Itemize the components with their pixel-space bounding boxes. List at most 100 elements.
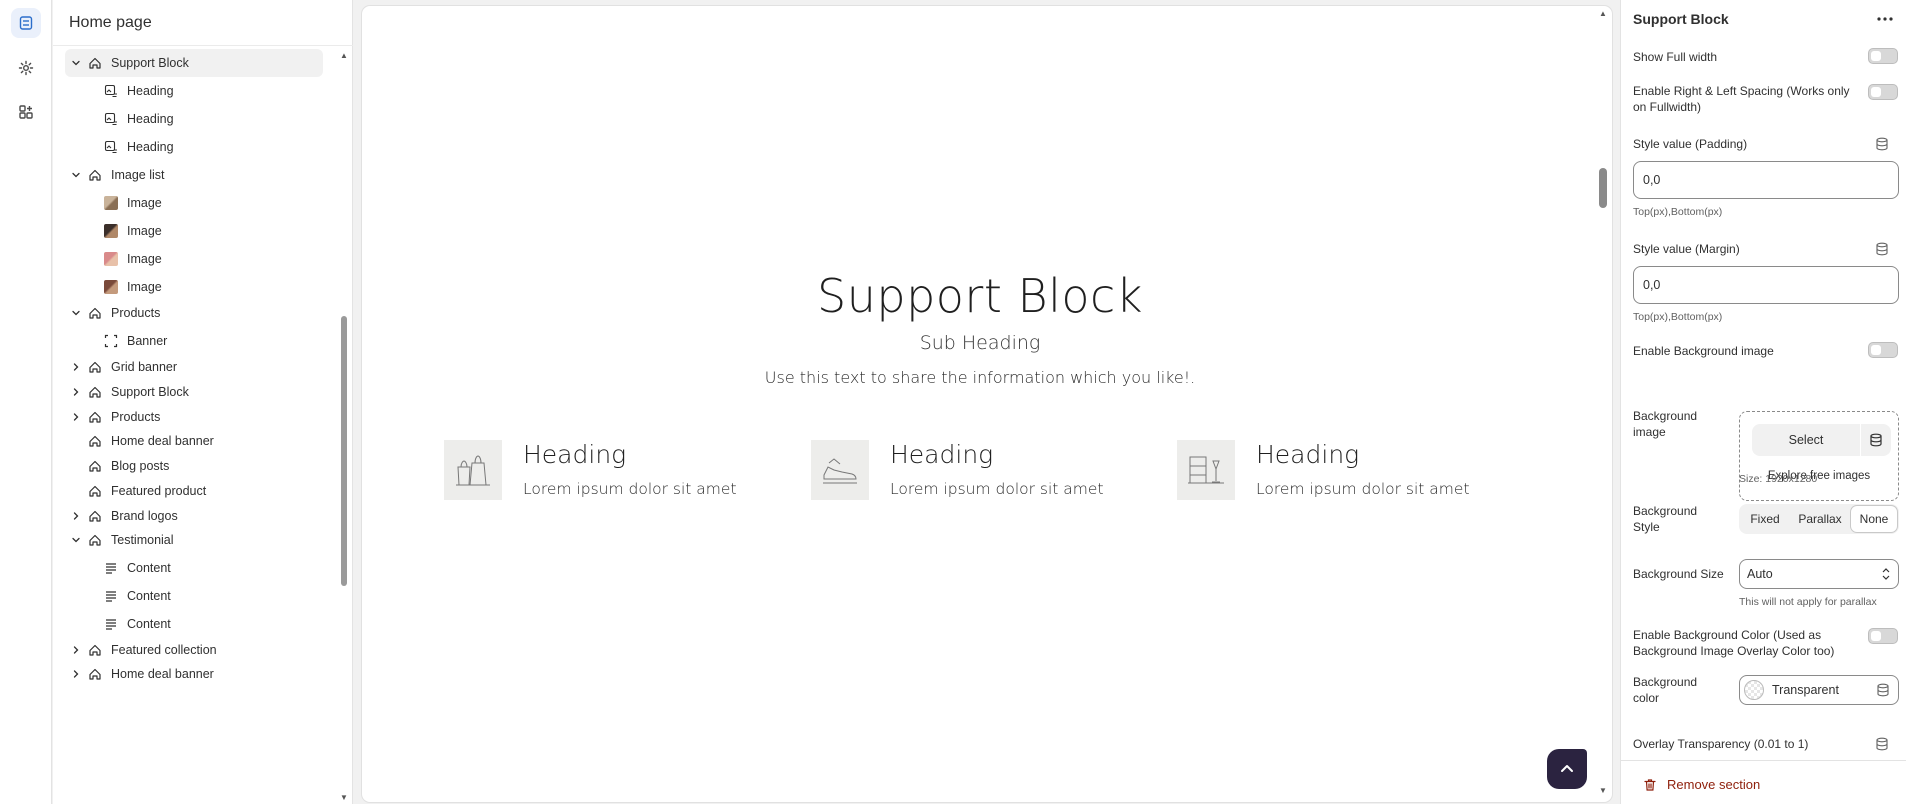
- tree-block-item[interactable]: Heading: [65, 133, 323, 161]
- tree-section-item[interactable]: Home deal banner: [65, 427, 323, 455]
- tree-section-item[interactable]: Blog posts: [65, 452, 323, 480]
- margin-label: Style value (Margin): [1633, 242, 1740, 256]
- image-source-button[interactable]: [1861, 424, 1891, 456]
- tree-block-item[interactable]: Image: [65, 245, 323, 273]
- database-icon[interactable]: [1876, 683, 1890, 697]
- feature-image: [1177, 440, 1235, 500]
- dynamic-source-button[interactable]: [1875, 242, 1889, 256]
- apps-icon: [19, 105, 33, 119]
- tree-item-label: Content: [127, 561, 171, 575]
- tree-section-item[interactable]: Home deal banner: [65, 660, 323, 688]
- tree-item-label: Heading: [127, 140, 174, 154]
- tree-block-item[interactable]: Banner: [65, 327, 323, 355]
- preview-scroll-down-arrow[interactable]: ▼: [1598, 787, 1608, 795]
- tree-block-item[interactable]: Content: [65, 610, 323, 638]
- margin-input[interactable]: 0,0: [1633, 266, 1899, 304]
- tree-item-label: Image: [127, 224, 162, 238]
- dynamic-source-button[interactable]: [1875, 137, 1889, 151]
- tree-item-label: Image: [127, 196, 162, 210]
- feature-text: Lorem ipsum dolor sit amet: [1256, 480, 1470, 498]
- chevron-right-icon[interactable]: [69, 643, 83, 657]
- chevron-right-icon[interactable]: [69, 385, 83, 399]
- settings-nav-button[interactable]: [11, 53, 41, 83]
- remove-section-button[interactable]: Remove section: [1643, 777, 1760, 792]
- section-icon: [87, 666, 103, 682]
- feature-item[interactable]: Heading Lorem ipsum dolor sit amet: [444, 440, 784, 504]
- tree-section-item[interactable]: Products: [65, 299, 323, 327]
- tree-block-item[interactable]: Heading: [65, 77, 323, 105]
- section-icon: [87, 458, 103, 474]
- tree-item-label: Brand logos: [111, 509, 178, 523]
- trash-icon: [1644, 778, 1656, 791]
- tree-block-item[interactable]: Image: [65, 273, 323, 301]
- scroll-to-top-button[interactable]: [1547, 749, 1587, 789]
- more-horizontal-icon: [1877, 17, 1893, 21]
- tree-section-item[interactable]: Grid banner: [65, 353, 323, 381]
- tree-item-label: Grid banner: [111, 360, 178, 374]
- bg-image-label: Background image: [1633, 409, 1698, 439]
- preview-subheading: Sub Heading: [919, 332, 1041, 354]
- enable-bg-image-label: Enable Background image: [1633, 344, 1774, 358]
- scroll-up-arrow[interactable]: ▲: [340, 52, 348, 60]
- sections-nav-button[interactable]: [11, 8, 41, 38]
- tree-section-item[interactable]: Image list: [65, 161, 323, 189]
- preview-scrollbar[interactable]: [1599, 168, 1607, 208]
- bg-style-parallax[interactable]: Parallax: [1789, 506, 1851, 532]
- show-full-width-toggle[interactable]: [1868, 48, 1898, 64]
- overlay-transparency-label: Overlay Transparency (0.01 to 1): [1633, 737, 1809, 751]
- bg-style-none[interactable]: None: [1851, 506, 1897, 532]
- tree-block-item[interactable]: Content: [65, 582, 323, 610]
- bg-style-fixed[interactable]: Fixed: [1741, 506, 1789, 532]
- chevron-right-icon[interactable]: [69, 410, 83, 424]
- padding-label: Style value (Padding): [1633, 137, 1748, 151]
- text-lines-icon: [103, 616, 119, 632]
- enable-bg-color-toggle[interactable]: [1868, 628, 1898, 644]
- feature-item[interactable]: Heading Lorem ipsum dolor sit amet: [1177, 440, 1517, 504]
- settings-title: Support Block: [1633, 11, 1729, 27]
- apps-nav-button[interactable]: [11, 97, 41, 127]
- bg-color-value: Transparent: [1772, 683, 1839, 697]
- tree-item-label: Support Block: [111, 56, 189, 70]
- tree-section-item[interactable]: Testimonial: [65, 526, 323, 554]
- tree-section-item[interactable]: Featured product: [65, 477, 323, 505]
- color-swatch[interactable]: [1744, 680, 1764, 700]
- chevron-right-icon[interactable]: [69, 509, 83, 523]
- image-thumbnail: [103, 223, 119, 239]
- tree-item-label: Featured collection: [111, 643, 217, 657]
- tree-block-item[interactable]: Heading: [65, 105, 323, 133]
- select-image-button[interactable]: Select: [1752, 424, 1860, 456]
- tree-item-label: Blog posts: [111, 459, 170, 473]
- tree-item-label: Products: [111, 306, 161, 320]
- feature-item[interactable]: Heading Lorem ipsum dolor sit amet: [811, 440, 1151, 504]
- chevron-down-icon[interactable]: [69, 533, 83, 547]
- padding-input[interactable]: 0,0: [1633, 161, 1899, 199]
- sidebar-scrollbar[interactable]: [341, 316, 347, 586]
- chevron-right-icon[interactable]: [69, 667, 83, 681]
- chevron-down-icon[interactable]: [69, 56, 83, 70]
- feature-heading: Heading: [890, 440, 994, 469]
- chevron-right-icon[interactable]: [69, 360, 83, 374]
- chevron-down-icon[interactable]: [69, 306, 83, 320]
- enable-spacing-toggle[interactable]: [1868, 84, 1898, 100]
- feature-text: Lorem ipsum dolor sit amet: [523, 480, 737, 498]
- bg-color-picker[interactable]: Transparent: [1739, 675, 1899, 705]
- tree-block-item[interactable]: Content: [65, 554, 323, 582]
- preview-scroll-up-arrow[interactable]: ▲: [1598, 10, 1608, 18]
- tree-block-item[interactable]: Image: [65, 217, 323, 245]
- tree-block-item[interactable]: Image: [65, 189, 323, 217]
- tree-section-item[interactable]: Support Block: [65, 49, 323, 77]
- enable-bg-image-toggle[interactable]: [1868, 342, 1898, 358]
- section-icon: [87, 359, 103, 375]
- tree-item-label: Featured product: [111, 484, 207, 498]
- section-icon: [87, 409, 103, 425]
- bg-size-select[interactable]: Auto: [1739, 559, 1899, 589]
- section-icon: [87, 305, 103, 321]
- dynamic-source-button[interactable]: [1875, 737, 1889, 751]
- tree-item-label: Heading: [127, 84, 174, 98]
- more-options-button[interactable]: [1873, 9, 1897, 29]
- scroll-down-arrow[interactable]: ▼: [340, 794, 348, 802]
- chevron-down-icon[interactable]: [69, 168, 83, 182]
- tree-section-item[interactable]: Support Block: [65, 378, 323, 406]
- section-icon: [87, 433, 103, 449]
- image-text-icon: [103, 83, 119, 99]
